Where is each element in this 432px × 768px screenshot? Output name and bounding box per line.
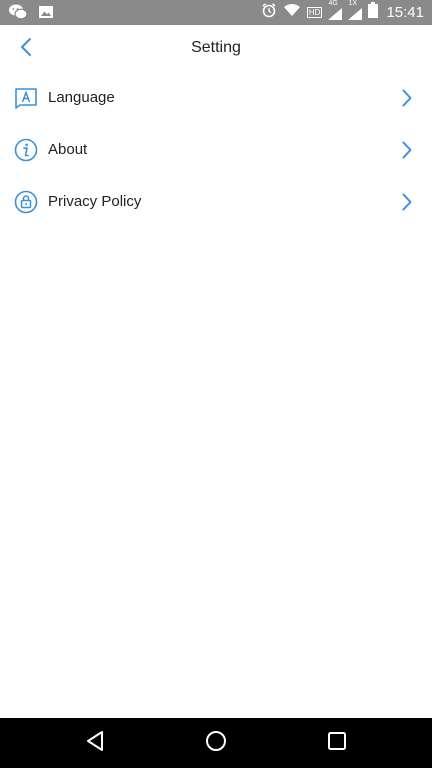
hd-icon: HD xyxy=(306,7,323,18)
menu-item-label: Privacy Policy xyxy=(48,193,142,210)
nav-home-button[interactable] xyxy=(203,730,229,756)
nav-home-icon xyxy=(205,730,227,757)
signal-icon xyxy=(328,7,343,25)
wechat-icon xyxy=(8,3,28,26)
settings-screen: HD 4G 1X 15:41 Setting Language About Pr… xyxy=(0,0,432,768)
chevron-right-icon xyxy=(400,88,414,108)
nav-recents-icon xyxy=(327,731,347,756)
status-left xyxy=(8,3,54,26)
header: Setting xyxy=(0,25,432,73)
menu-item-label: About xyxy=(48,141,88,158)
page-title: Setting xyxy=(191,39,241,56)
wifi-icon xyxy=(283,3,301,22)
info-icon xyxy=(14,138,38,162)
status-bar: HD 4G 1X 15:41 xyxy=(0,0,432,25)
signal-group-2: 1X xyxy=(348,0,363,25)
chevron-right-icon xyxy=(400,192,414,212)
nav-recents-button[interactable] xyxy=(324,730,350,756)
alarm-icon xyxy=(261,2,277,23)
chevron-right-icon xyxy=(400,140,414,160)
lock-icon xyxy=(14,190,38,214)
sim-type-label: 1X xyxy=(348,0,358,7)
settings-menu: Language About Privacy Policy xyxy=(0,72,432,228)
menu-item-about[interactable]: About xyxy=(0,124,432,176)
image-icon xyxy=(38,4,54,25)
nav-back-button[interactable] xyxy=(82,730,108,756)
signal-icon-2 xyxy=(348,7,363,25)
menu-item-language[interactable]: Language xyxy=(0,72,432,124)
language-icon xyxy=(14,86,38,110)
menu-item-privacy-policy[interactable]: Privacy Policy xyxy=(0,176,432,228)
status-right: HD 4G 1X 15:41 xyxy=(261,0,424,25)
status-time: 15:41 xyxy=(386,4,424,21)
menu-item-label: Language xyxy=(48,89,115,106)
navigation-bar xyxy=(0,718,432,768)
signal-group: 4G xyxy=(328,0,343,25)
nav-back-icon xyxy=(85,730,105,757)
battery-icon xyxy=(368,2,379,23)
network-type-label: 4G xyxy=(328,0,338,7)
